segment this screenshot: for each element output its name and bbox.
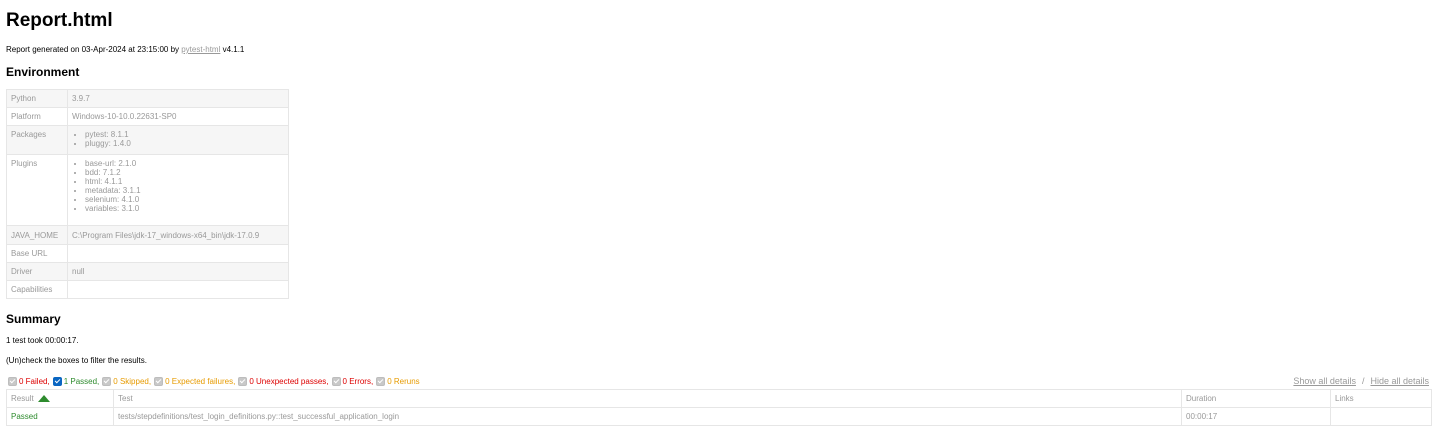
filter-hint: (Un)check the boxes to filter the result… [6, 356, 147, 365]
checkbox-icon[interactable] [8, 377, 17, 386]
column-label: Result [11, 394, 34, 403]
env-key: Packages [6, 125, 68, 155]
env-value: Windows-10-10.0.22631-SP0 [67, 107, 289, 126]
filter-errors[interactable]: 0 Errors, [331, 377, 374, 386]
checkbox-icon[interactable] [154, 377, 164, 386]
env-value: pytest: 8.1.1 pluggy: 1.4.0 [67, 125, 289, 155]
filter-label: 0 Reruns [387, 377, 420, 386]
filter-unexpected-passes[interactable]: 0 Unexpected passes, [238, 377, 329, 386]
details-separator: / [1361, 376, 1365, 386]
env-row-java-home: JAVA_HOME C:\Program Files\jdk-17_window… [6, 225, 289, 245]
env-value: 3.9.7 [67, 89, 289, 108]
env-key: Platform [6, 107, 68, 126]
plugins-list: base-url: 2.1.0 bdd: 7.1.2 html: 4.1.1 m… [72, 159, 284, 213]
list-item: variables: 3.1.0 [85, 204, 284, 213]
env-row-python: Python 3.9.7 [6, 89, 289, 108]
checkbox-icon[interactable] [52, 377, 62, 386]
checkbox-icon[interactable] [331, 377, 341, 386]
results-header-row: Result Test Duration Links [6, 389, 1432, 408]
report-generated-line: Report generated on 03-Apr-2024 at 23:15… [6, 45, 244, 54]
filter-expected-failures[interactable]: 0 Expected failures, [154, 377, 235, 386]
checkbox-icon[interactable] [238, 377, 248, 386]
env-value: C:\Program Files\jdk-17_windows-x64_bin\… [67, 225, 289, 245]
env-key: Driver [6, 262, 68, 281]
env-value [67, 280, 289, 299]
filter-failed[interactable]: 0 Failed, [8, 377, 50, 386]
links-cell [1330, 407, 1432, 426]
table-row[interactable]: Passed tests/stepdefinitions/test_login_… [6, 407, 1432, 426]
filter-label: 0 Unexpected passes, [249, 377, 329, 386]
sort-ascending-icon [37, 395, 50, 403]
packages-list: pytest: 8.1.1 pluggy: 1.4.0 [72, 130, 284, 148]
env-value: null [67, 262, 289, 281]
column-header-duration[interactable]: Duration [1181, 389, 1331, 408]
checkbox-icon[interactable] [376, 377, 386, 386]
column-header-test[interactable]: Test [113, 389, 1182, 408]
filter-label: 0 Skipped, [113, 377, 152, 386]
results-table: Result Test Duration Links Passed tests/… [6, 389, 1432, 426]
env-key: Capabilities [6, 280, 68, 299]
result-filters: 0 Failed, 1 Passed, 0 Skipped, 0 Expecte… [8, 377, 423, 386]
list-item: pytest: 8.1.1 [85, 130, 284, 139]
details-toggle: Show all details / Hide all details [1293, 376, 1429, 386]
filter-skipped[interactable]: 0 Skipped, [102, 377, 151, 386]
list-item: pluggy: 1.4.0 [85, 139, 284, 148]
pytest-html-link[interactable]: pytest-html [181, 45, 220, 54]
filter-label: 0 Errors, [342, 377, 374, 386]
env-key: Base URL [6, 244, 68, 263]
list-item: bdd: 7.1.2 [85, 168, 284, 177]
generated-suffix: v4.1.1 [220, 45, 245, 54]
test-duration-text: 1 test took 00:00:17. [6, 336, 79, 345]
generated-prefix: Report generated on 03-Apr-2024 at 23:15… [6, 45, 182, 54]
env-key: Plugins [6, 154, 68, 226]
checkbox-icon[interactable] [102, 377, 112, 386]
env-row-capabilities: Capabilities [6, 280, 289, 299]
filter-label: 1 Passed, [63, 377, 100, 386]
env-row-platform: Platform Windows-10-10.0.22631-SP0 [6, 107, 289, 126]
env-row-packages: Packages pytest: 8.1.1 pluggy: 1.4.0 [6, 125, 289, 155]
hide-all-details-link[interactable]: Hide all details [1370, 376, 1429, 386]
filter-reruns[interactable]: 0 Reruns [376, 377, 420, 386]
result-cell: Passed [6, 407, 114, 426]
show-all-details-link[interactable]: Show all details [1293, 376, 1356, 386]
env-row-base-url: Base URL [6, 244, 289, 263]
test-cell: tests/stepdefinitions/test_login_definit… [113, 407, 1182, 426]
environment-table: Python 3.9.7 Platform Windows-10-10.0.22… [6, 89, 289, 299]
list-item: base-url: 2.1.0 [85, 159, 284, 168]
filter-passed[interactable]: 1 Passed, [52, 377, 100, 386]
env-row-driver: Driver null [6, 262, 289, 281]
env-row-plugins: Plugins base-url: 2.1.0 bdd: 7.1.2 html:… [6, 154, 289, 226]
environment-heading: Environment [6, 65, 80, 79]
page-title: Report.html [6, 10, 113, 31]
list-item: html: 4.1.1 [85, 177, 284, 186]
env-value: base-url: 2.1.0 bdd: 7.1.2 html: 4.1.1 m… [67, 154, 289, 226]
column-header-result[interactable]: Result [6, 389, 114, 408]
column-header-links: Links [1330, 389, 1432, 408]
env-key: Python [6, 89, 68, 108]
list-item: metadata: 3.1.1 [85, 186, 284, 195]
list-item: selenium: 4.1.0 [85, 195, 284, 204]
filter-label: 0 Failed, [19, 377, 50, 386]
filter-label: 0 Expected failures, [165, 377, 236, 386]
env-key: JAVA_HOME [6, 225, 68, 245]
env-value [67, 244, 289, 263]
duration-cell: 00:00:17 [1181, 407, 1331, 426]
summary-heading: Summary [6, 312, 61, 326]
